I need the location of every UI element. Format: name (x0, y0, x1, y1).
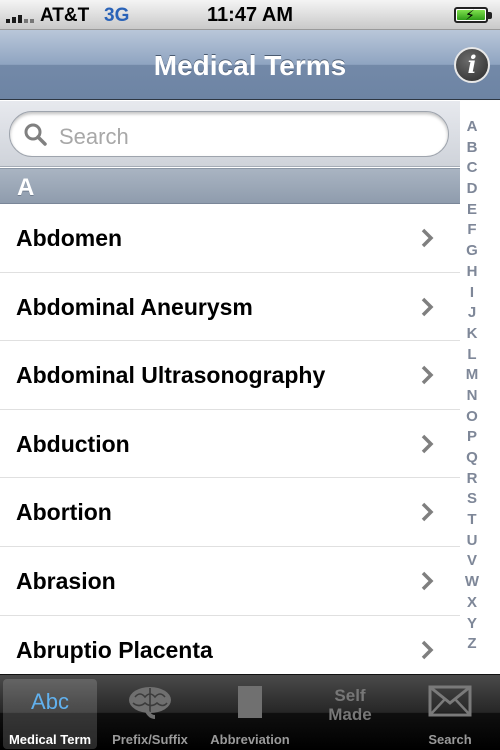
index-letter[interactable]: Y (460, 614, 484, 635)
term-label: Abdominal Aneurysm (16, 293, 253, 320)
chevron-right-icon (421, 640, 434, 659)
brain-icon (129, 687, 171, 719)
section-header: A (0, 168, 460, 204)
index-letter[interactable]: R (460, 469, 484, 490)
term-label: Abortion (16, 499, 112, 526)
tab-bar: Abc Medical Term Prefix/Suffix Abbreviat… (0, 674, 500, 750)
term-label: Abduction (16, 430, 130, 457)
search-placeholder: Search (59, 124, 129, 149)
index-letter[interactable]: H (460, 262, 484, 283)
index-letter[interactable]: M (460, 365, 484, 386)
list-item[interactable]: Abrasion (0, 546, 460, 616)
index-letter[interactable]: L (460, 345, 484, 366)
index-letter[interactable]: V (460, 551, 484, 572)
term-list: Abdomen Abdominal Aneurysm Abdominal Ult… (0, 204, 460, 685)
status-time: 11:47 AM (207, 4, 293, 26)
index-letter[interactable]: S (460, 489, 484, 510)
index-letter[interactable]: B (460, 138, 484, 159)
index-letter[interactable]: J (460, 303, 484, 324)
index-letter[interactable]: N (460, 386, 484, 407)
info-icon: i (467, 50, 477, 79)
chevron-right-icon (421, 228, 434, 248)
search-icon (24, 123, 47, 146)
index-letter[interactable]: P (460, 427, 484, 448)
info-button[interactable]: i (454, 47, 490, 83)
tab-label: Abbreviation (210, 732, 290, 747)
navigation-bar: Medical Terms i (0, 30, 500, 100)
tab-label: Prefix/Suffix (112, 732, 188, 747)
index-letter[interactable]: D (460, 179, 484, 200)
list-item[interactable]: Abortion (0, 478, 460, 547)
index-letter[interactable]: Z (460, 634, 484, 655)
search-bar: Search (0, 101, 460, 167)
status-bar: AT&T 3G 11:47 AM ⚡ (0, 0, 500, 30)
square-icon (238, 686, 262, 718)
chevron-right-icon (421, 571, 434, 591)
index-letter[interactable]: F (460, 220, 484, 241)
index-letter[interactable]: A (460, 117, 484, 138)
term-label: Abdominal Ultrasonography (16, 362, 326, 389)
index-letter[interactable]: W (460, 572, 484, 593)
battery-charging-icon: ⚡ (454, 7, 492, 23)
index-letter[interactable]: X (460, 593, 484, 614)
tab-medical-term[interactable]: Abc Medical Term (3, 679, 97, 749)
chevron-right-icon (421, 503, 434, 522)
chevron-right-icon (421, 434, 434, 454)
index-letter[interactable]: G (460, 241, 484, 262)
list-item[interactable]: Abduction (0, 409, 460, 479)
section-index[interactable]: A B C D E F G H I J K L M N O P Q R S T … (460, 117, 484, 657)
index-letter[interactable]: T (460, 510, 484, 531)
index-letter[interactable]: Q (460, 448, 484, 469)
section-header-letter: A (17, 174, 35, 201)
chevron-right-icon (421, 365, 434, 385)
chevron-right-icon (421, 297, 434, 316)
list-item[interactable]: Abdomen (0, 204, 460, 273)
search-input[interactable]: Search (9, 111, 449, 157)
index-letter[interactable]: K (460, 324, 484, 345)
page-title: Medical Terms (153, 50, 347, 81)
tab-search[interactable]: Search (400, 679, 500, 749)
tab-prefix-suffix[interactable]: Prefix/Suffix (100, 679, 200, 749)
tab-self-made[interactable]: Self Made (300, 679, 400, 749)
index-letter[interactable]: E (460, 200, 484, 221)
tab-label: Search (428, 732, 472, 747)
term-label: Abrasion (16, 567, 116, 594)
index-letter[interactable]: O (460, 407, 484, 428)
index-letter[interactable]: C (460, 158, 484, 179)
term-label: Abdomen (16, 225, 123, 251)
abc-icon: Abc (31, 689, 69, 714)
index-letter[interactable]: U (460, 531, 484, 552)
list-item[interactable]: Abdominal Ultrasonography (0, 341, 460, 410)
envelope-icon (428, 685, 472, 717)
self-made-icon: Self Made (328, 686, 372, 724)
list-item[interactable]: Abdominal Aneurysm (0, 272, 460, 342)
tab-abbreviation[interactable]: Abbreviation (200, 679, 300, 749)
tab-label: Medical Term (8, 732, 92, 747)
index-letter[interactable]: I (460, 283, 484, 304)
